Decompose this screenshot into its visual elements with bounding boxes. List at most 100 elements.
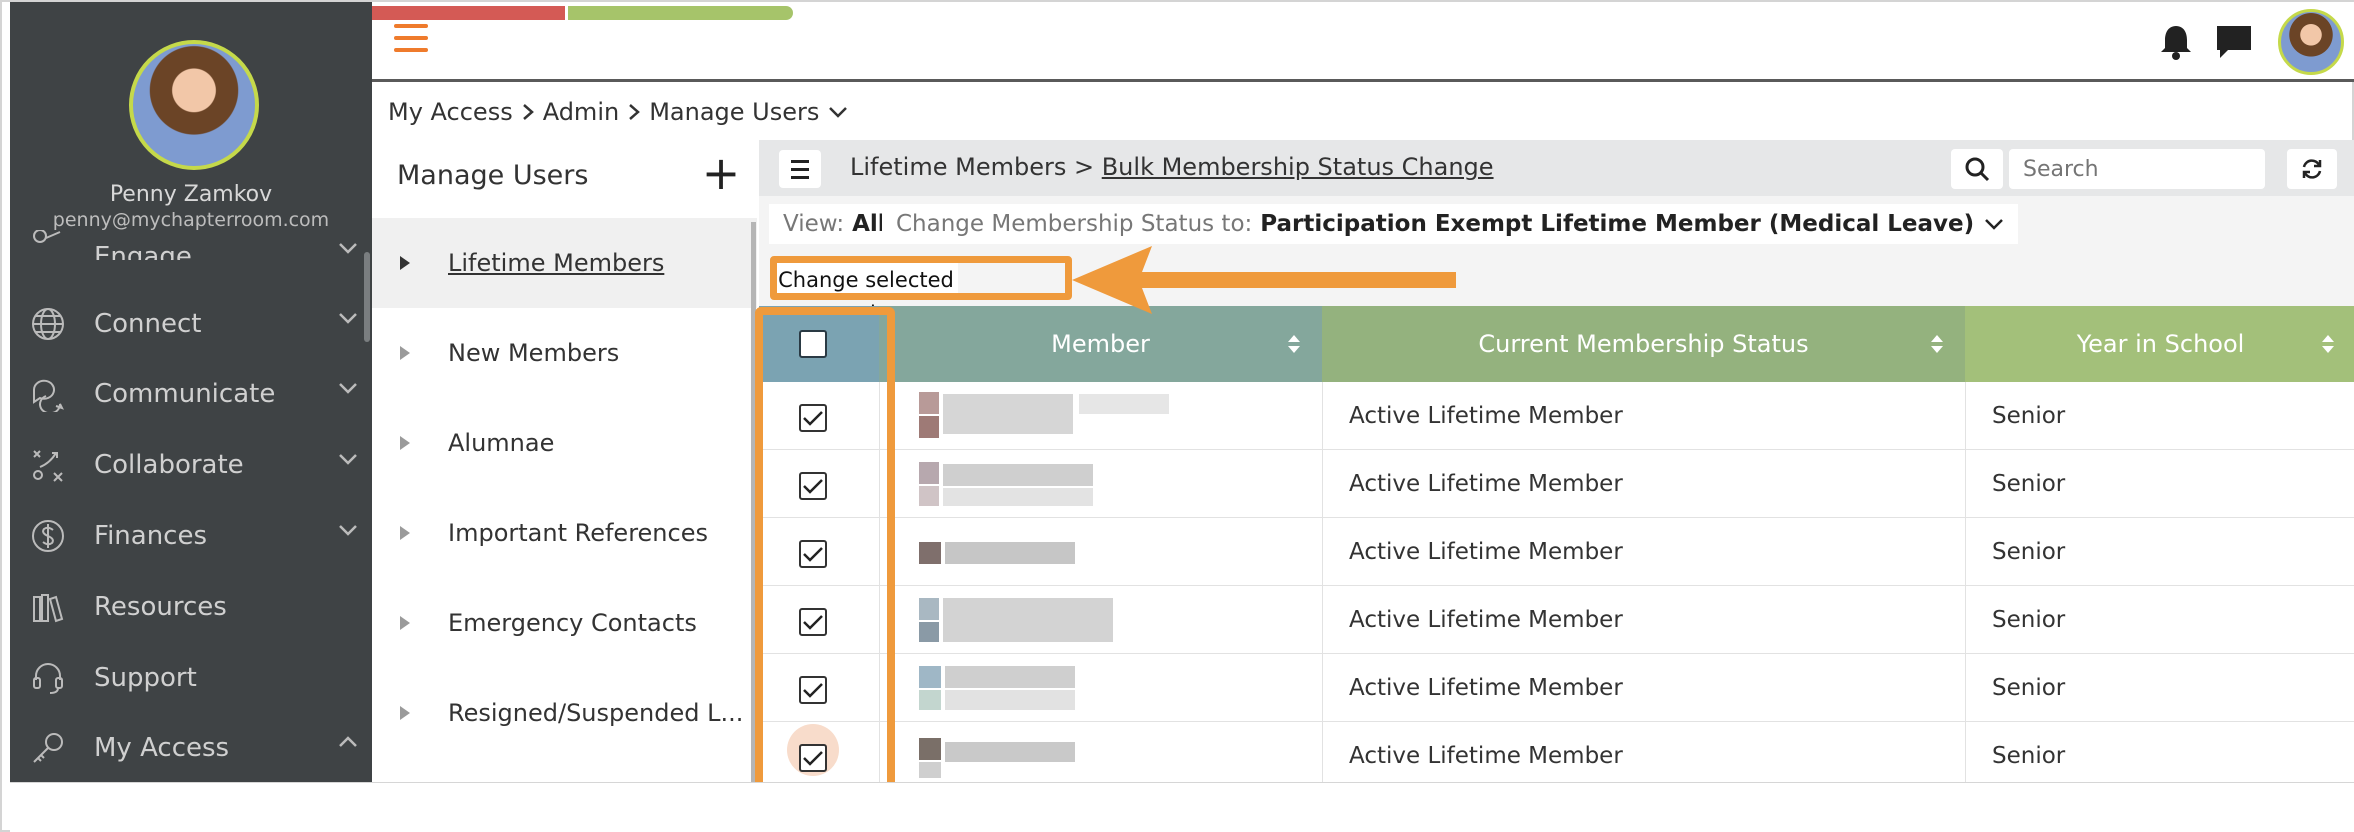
sidebar-item-engage[interactable]: Engage bbox=[10, 224, 372, 260]
strategy-icon bbox=[28, 445, 68, 485]
engage-icon bbox=[28, 230, 68, 260]
tree-item-emergency-contacts[interactable]: Emergency Contacts bbox=[372, 578, 757, 668]
menu-icon[interactable] bbox=[779, 150, 821, 188]
refresh-icon bbox=[2302, 159, 2322, 179]
sidebar-item-collaborate[interactable]: Collaborate bbox=[10, 435, 372, 495]
table-row[interactable]: Active Lifetime Member Senior bbox=[759, 450, 2354, 518]
caret-right-icon bbox=[400, 346, 410, 360]
chevron-right-icon bbox=[522, 104, 534, 120]
breadcrumb-admin[interactable]: Admin bbox=[543, 98, 620, 126]
caret-right-icon bbox=[400, 706, 410, 720]
tree-item-important-references[interactable]: Important References bbox=[372, 488, 757, 578]
app-window: Penny Zamkov penny@mychapterroom.com Eng… bbox=[0, 0, 2354, 832]
table-row[interactable]: Active Lifetime Member Senior bbox=[759, 586, 2354, 654]
tree-item-new-members[interactable]: New Members bbox=[372, 308, 757, 398]
table-row[interactable]: Active Lifetime Member Senior bbox=[759, 654, 2354, 722]
headset-icon bbox=[28, 658, 68, 698]
caret-right-icon bbox=[400, 436, 410, 450]
status-cell: Active Lifetime Member bbox=[1349, 607, 1623, 633]
status-cell: Active Lifetime Member bbox=[1349, 403, 1623, 429]
chevron-down-icon[interactable] bbox=[338, 382, 358, 394]
sidebar-scrollbar[interactable] bbox=[364, 252, 370, 342]
member-name-blurred bbox=[919, 542, 1075, 564]
progress-segment-red bbox=[372, 6, 565, 20]
refresh-button[interactable] bbox=[2287, 149, 2337, 189]
sort-icon[interactable] bbox=[1929, 332, 1945, 356]
tree-title: Manage Users bbox=[397, 160, 589, 191]
column-label: Year in School bbox=[2076, 330, 2245, 358]
tree-item-resigned-suspended[interactable]: Resigned/Suspended L... bbox=[372, 668, 757, 758]
main-breadcrumb: Lifetime Members > Bulk Membership Statu… bbox=[850, 153, 1494, 181]
progress-segment-green bbox=[568, 6, 793, 20]
search-input[interactable] bbox=[2009, 149, 2265, 189]
view-value: All bbox=[852, 211, 886, 237]
sort-icon[interactable] bbox=[2320, 332, 2336, 356]
chevron-down-icon[interactable] bbox=[338, 524, 358, 536]
books-icon bbox=[28, 587, 68, 627]
caret-right-icon bbox=[400, 616, 410, 630]
user-avatar[interactable] bbox=[2278, 9, 2344, 75]
tree-item-label: Emergency Contacts bbox=[448, 609, 697, 637]
tree-item-label: Alumnae bbox=[448, 429, 555, 457]
tree-item-lifetime-members[interactable]: Lifetime Members bbox=[372, 218, 757, 308]
sidebar-item-my-access[interactable]: My Access bbox=[10, 718, 372, 778]
chat-icon[interactable] bbox=[2214, 22, 2254, 62]
globe-icon bbox=[28, 304, 68, 344]
key-icon bbox=[28, 728, 68, 768]
breadcrumb-my-access[interactable]: My Access bbox=[388, 98, 513, 126]
crumb-bulk-status-change[interactable]: Bulk Membership Status Change bbox=[1102, 153, 1494, 181]
sidebar-item-communicate[interactable]: Communicate bbox=[10, 364, 372, 424]
year-cell: Senior bbox=[1992, 607, 2066, 633]
bottom-strip bbox=[10, 782, 2354, 832]
crumb-separator: > bbox=[1073, 153, 1095, 181]
checkbox-column-highlight bbox=[755, 307, 895, 791]
table-row[interactable]: Active Lifetime Member Senior bbox=[759, 518, 2354, 586]
tree-item-label: New Members bbox=[448, 339, 620, 367]
hamburger-icon[interactable] bbox=[394, 24, 428, 56]
breadcrumb: My Access Admin Manage Users bbox=[388, 98, 849, 126]
status-change-value: Participation Exempt Lifetime Member (Me… bbox=[1260, 211, 1975, 237]
caret-right-icon bbox=[400, 526, 410, 540]
year-cell: Senior bbox=[1992, 675, 2066, 701]
sidebar-item-label: Support bbox=[94, 663, 197, 693]
add-icon[interactable]: + bbox=[700, 150, 742, 196]
column-year-in-school[interactable]: Year in School bbox=[1965, 306, 2354, 382]
chevron-down-icon bbox=[1985, 219, 2004, 230]
sidebar-item-support[interactable]: Support bbox=[10, 648, 372, 708]
sidebar-item-resources[interactable]: Resources bbox=[10, 577, 372, 637]
annotation-arrow-icon bbox=[1072, 246, 1456, 314]
sidebar-item-finances[interactable]: Finances bbox=[10, 506, 372, 566]
top-bar bbox=[372, 2, 2354, 82]
chevron-up-icon[interactable] bbox=[338, 736, 358, 748]
chevron-down-icon[interactable] bbox=[827, 105, 849, 119]
sort-icon[interactable] bbox=[1286, 332, 1302, 356]
row-checkbox[interactable] bbox=[799, 744, 827, 772]
member-name-blurred bbox=[919, 598, 1113, 642]
sidebar-item-label: Connect bbox=[94, 309, 202, 339]
sidebar-item-label: Communicate bbox=[94, 379, 276, 409]
profile-avatar[interactable] bbox=[129, 40, 259, 170]
status-cell: Active Lifetime Member bbox=[1349, 539, 1623, 565]
status-cell: Active Lifetime Member bbox=[1349, 675, 1623, 701]
chevron-down-icon bbox=[339, 243, 357, 254]
year-cell: Senior bbox=[1992, 403, 2066, 429]
status-cell: Active Lifetime Member bbox=[1349, 471, 1623, 497]
status-cell: Active Lifetime Member bbox=[1349, 743, 1623, 769]
year-cell: Senior bbox=[1992, 539, 2066, 565]
year-cell: Senior bbox=[1992, 471, 2066, 497]
year-cell: Senior bbox=[1992, 743, 2066, 769]
table-row[interactable]: Active Lifetime Member Senior bbox=[759, 722, 2354, 790]
crumb-lifetime-members[interactable]: Lifetime Members bbox=[850, 153, 1066, 181]
chevron-down-icon[interactable] bbox=[338, 312, 358, 324]
status-change-select[interactable]: Change Membership Status to: Participati… bbox=[882, 204, 2019, 244]
table-row[interactable]: Active Lifetime Member Senior bbox=[759, 382, 2354, 450]
bell-icon[interactable] bbox=[2156, 22, 2196, 62]
sidebar-item-connect[interactable]: Connect bbox=[10, 294, 372, 354]
chat-bubbles-icon bbox=[28, 374, 68, 414]
chevron-down-icon[interactable] bbox=[338, 453, 358, 465]
tree-item-alumnae[interactable]: Alumnae bbox=[372, 398, 757, 488]
main-header: Lifetime Members > Bulk Membership Statu… bbox=[759, 140, 2354, 196]
breadcrumb-manage-users[interactable]: Manage Users bbox=[649, 98, 819, 126]
column-label: Current Membership Status bbox=[1478, 330, 1809, 358]
search-button[interactable] bbox=[1951, 149, 2003, 189]
